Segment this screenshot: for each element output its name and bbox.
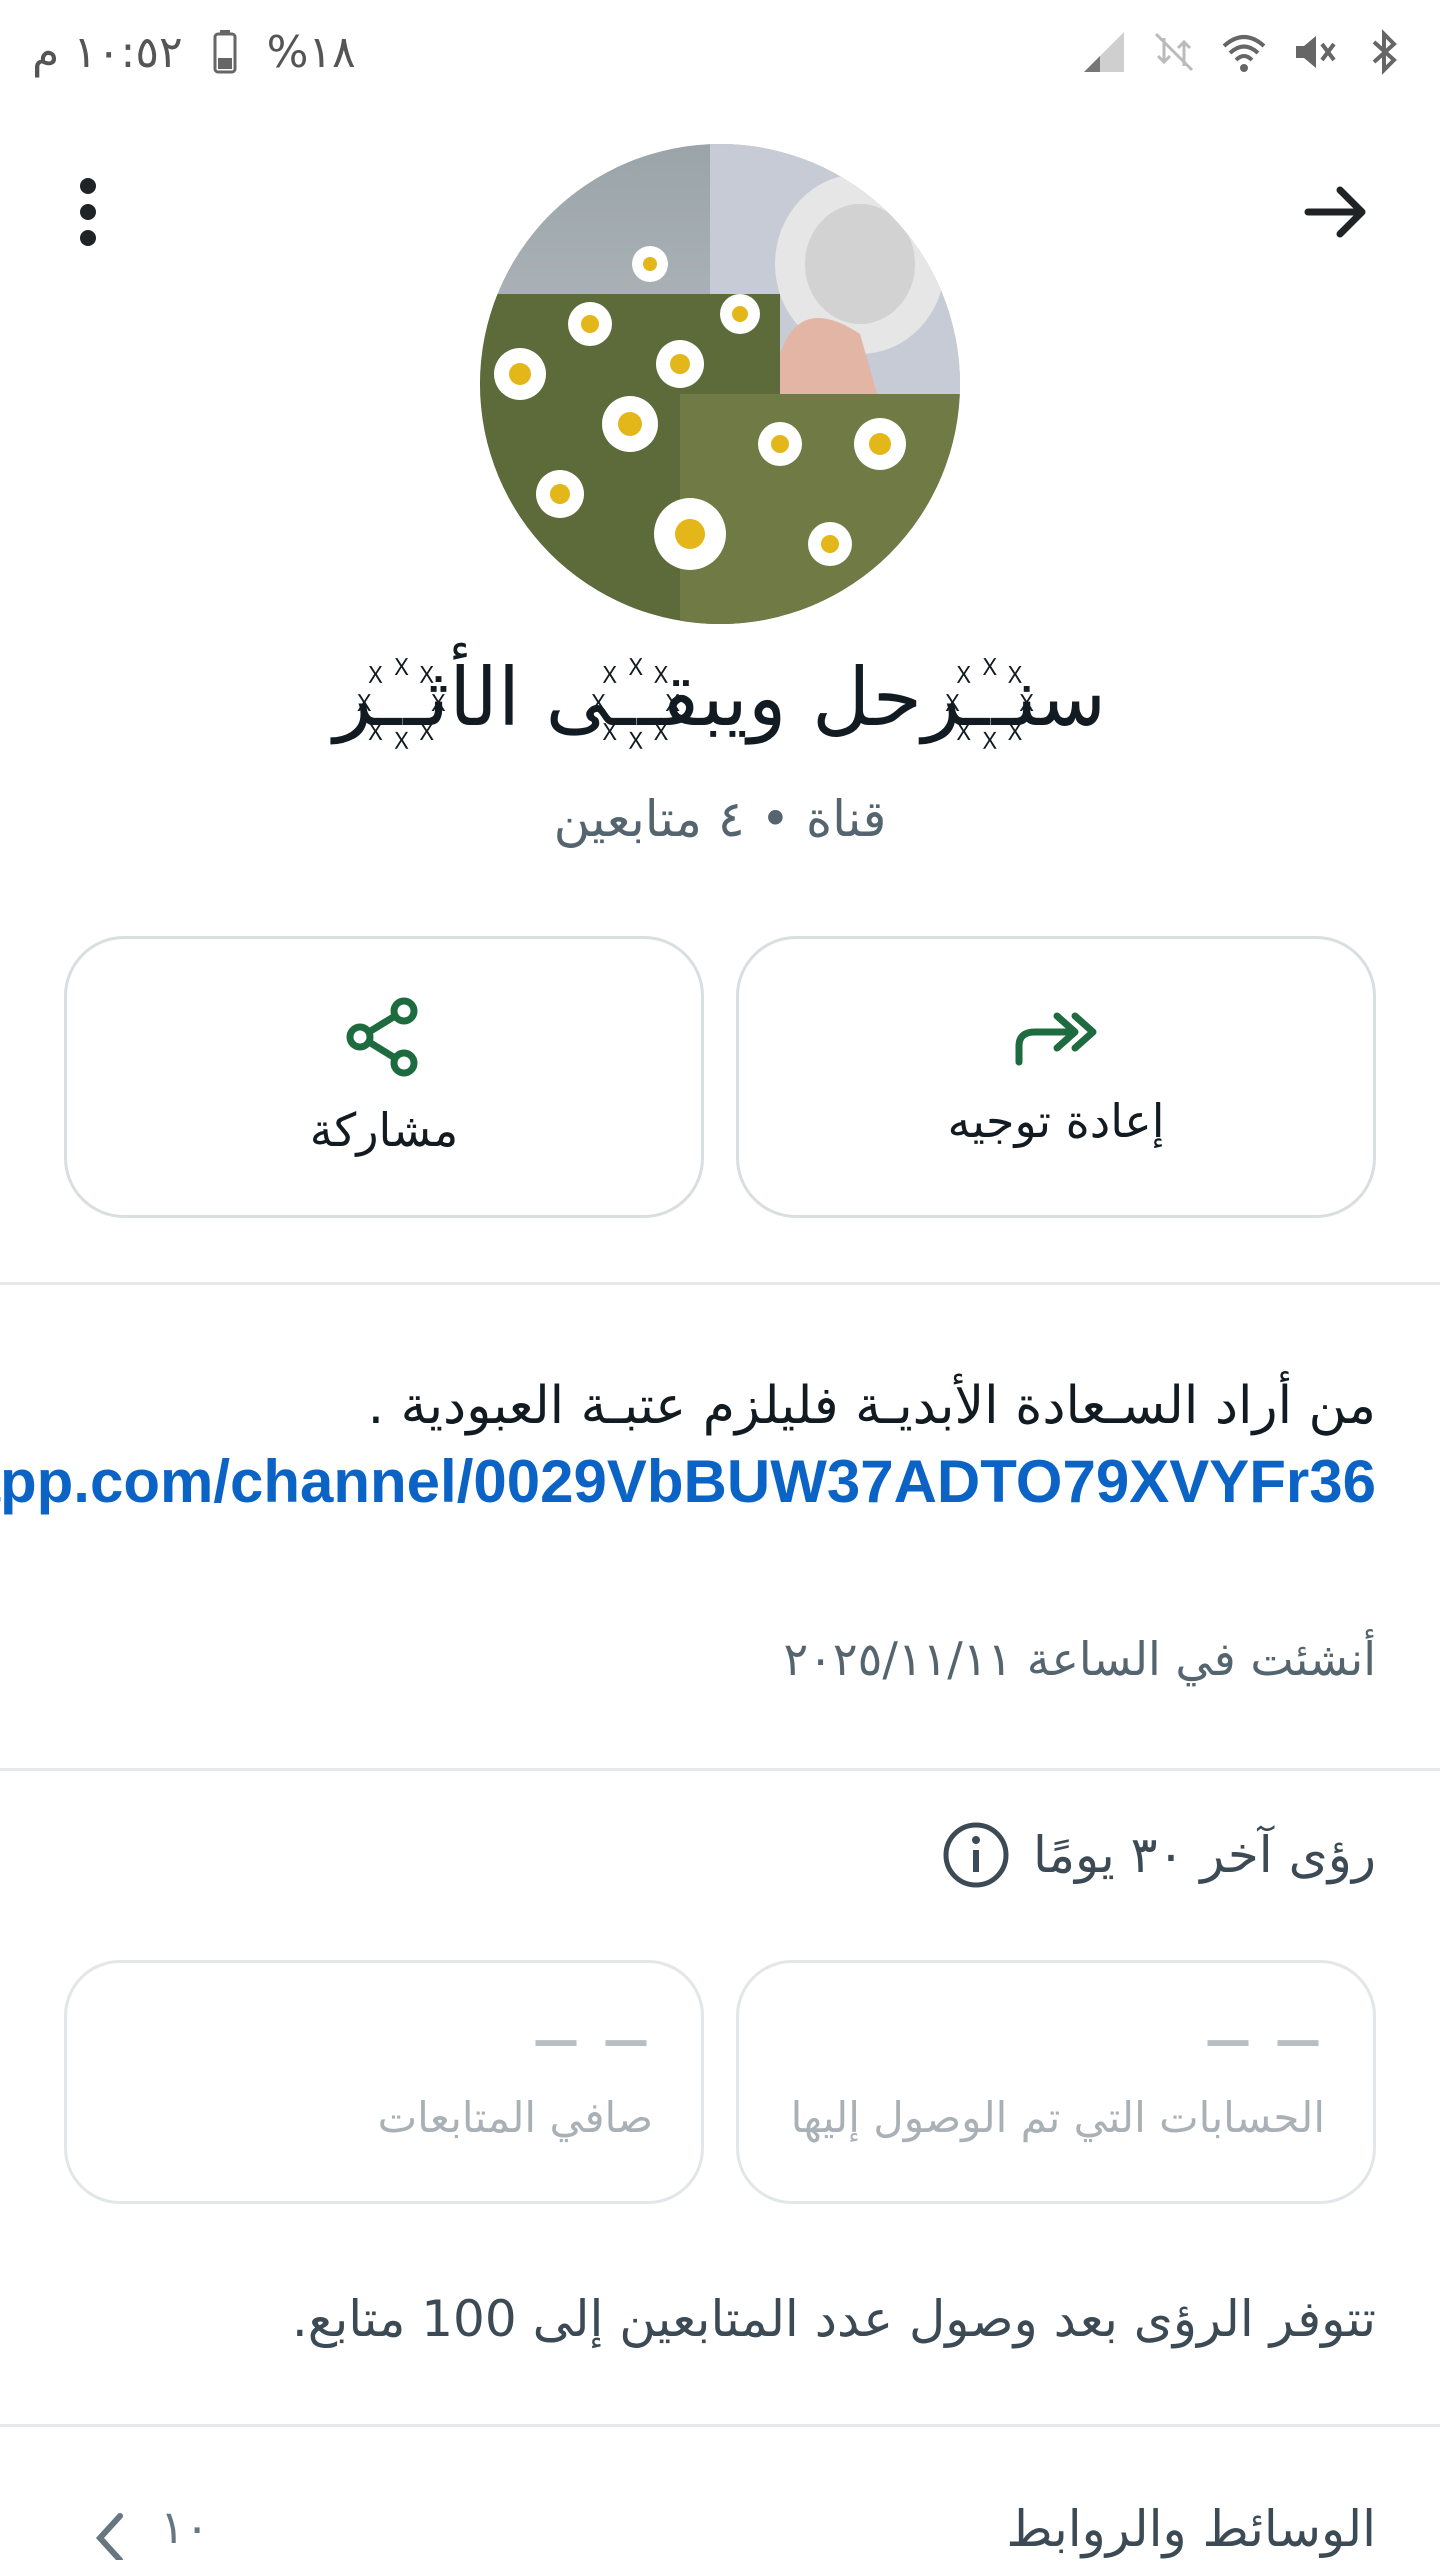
bluetooth-icon — [1360, 28, 1408, 76]
action-buttons: إعادة توجيه مشاركة — [64, 936, 1376, 1218]
status-time: ١٠:٥٢ م — [32, 26, 183, 78]
back-button[interactable] — [1292, 168, 1380, 256]
channel-meta: قناة • ٤ متابعين — [553, 790, 887, 848]
info-icon[interactable] — [941, 1820, 1011, 1890]
insights-header: رؤى آخر ٣٠ يومًا — [941, 1820, 1376, 1890]
insights-title: رؤى آخر ٣٠ يومًا — [1033, 1826, 1376, 1884]
media-count: ١٠ — [160, 2500, 210, 2554]
media-links-row[interactable]: الوسائط والروابط ١٠ — [0, 2500, 1440, 2560]
status-left: ١٠:٥٢ م %١٨ — [32, 27, 356, 78]
description-text: من أراد السـعادة الأبديـة فليلزم عتبـة ا… — [367, 1376, 1376, 1436]
status-bar: ١٠:٥٢ م %١٨ — [0, 0, 1440, 104]
more-vert-icon — [80, 178, 96, 246]
divider — [0, 2424, 1440, 2427]
share-button[interactable]: مشاركة — [64, 936, 704, 1218]
forward-label: إعادة توجيه — [947, 1094, 1165, 1148]
stat-label: الحسابات التي تم الوصول إليها — [790, 2093, 1325, 2142]
status-right — [1080, 28, 1408, 76]
signal-icon — [1080, 28, 1128, 76]
channel-avatar[interactable] — [480, 144, 960, 624]
chevron-left-icon — [95, 2513, 123, 2560]
channel-info-screen: ١٠:٥٢ م %١٨ سنـ꙰ـرحل ويبقـ꙰ـى الأثـ꙰ـر ق… — [0, 0, 1440, 2560]
channel-name: سنـ꙰ـرحل ويبقـ꙰ـى الأثـ꙰ـر — [333, 651, 1107, 744]
media-title: الوسائط والروابط — [1006, 2500, 1376, 2558]
battery-percent: %١٨ — [266, 26, 356, 78]
wifi-icon — [1220, 28, 1268, 76]
stat-label: صافي المتابعات — [377, 2093, 653, 2142]
mute-icon — [1290, 28, 1338, 76]
forward-button[interactable]: إعادة توجيه — [736, 936, 1376, 1218]
share-label: مشاركة — [309, 1103, 459, 1157]
stat-value: — — — [532, 2013, 653, 2067]
avatar-image — [480, 144, 960, 624]
stat-card-accounts-reached: — — الحسابات التي تم الوصول إليها — [736, 1960, 1376, 2204]
stat-card-net-follows: — — صافي المتابعات — [64, 1960, 704, 2204]
created-date: أنشئت في الساعة ٢٠٢٥/١١/١١ — [783, 1632, 1376, 1686]
insights-note: تتوفر الرؤى بعد وصول عدد المتابعين إلى 1… — [291, 2290, 1376, 2348]
forward-icon — [1015, 1012, 1097, 1066]
channel-link[interactable]: https://whatsapp.com/channel/0029VbBUW37… — [0, 1448, 1376, 1515]
more-options-button[interactable] — [44, 168, 132, 256]
divider — [0, 1282, 1440, 1285]
arrow-right-icon — [1304, 186, 1366, 238]
divider — [0, 1768, 1440, 1771]
channel-description: من أراد السـعادة الأبديـة فليلزم عتبـة ا… — [0, 1368, 1376, 1523]
stat-value: — — — [1204, 2013, 1325, 2067]
share-icon — [346, 997, 418, 1077]
battery-icon — [201, 28, 249, 76]
data-off-icon — [1150, 28, 1198, 76]
